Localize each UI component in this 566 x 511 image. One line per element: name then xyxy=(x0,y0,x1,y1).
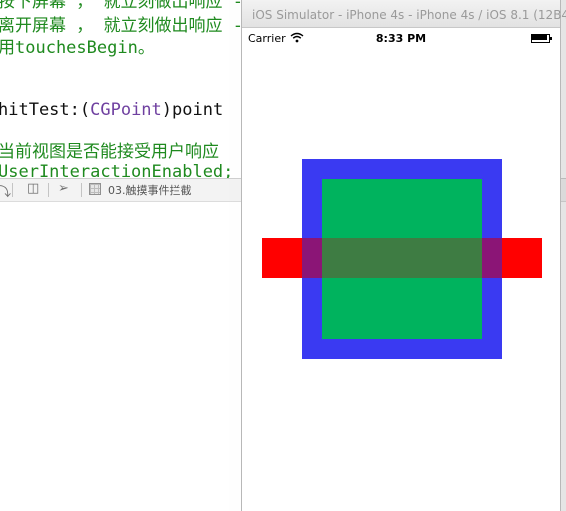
simulator-window: iOS Simulator - iPhone 4s - iPhone 4s / … xyxy=(241,0,566,511)
toolbar-divider xyxy=(12,183,13,197)
debug-breadcrumb[interactable]: 03.触摸事件拦截 xyxy=(108,182,192,198)
code-comment-line: 当前视图是否能接受用户响应 xyxy=(0,142,219,162)
location-arrow-icon[interactable]: ➢ xyxy=(58,181,69,196)
code-type-token: CGPoint xyxy=(90,100,162,120)
ios-status-bar: Carrier 8:33 PM xyxy=(242,28,560,48)
red-view[interactable] xyxy=(262,238,542,278)
code-method-signature: hitTest:(CGPoint)point xyxy=(0,100,223,120)
app-frame-icon xyxy=(89,183,101,195)
simulator-titlebar[interactable]: iOS Simulator - iPhone 4s - iPhone 4s / … xyxy=(242,0,566,28)
toolbar-divider xyxy=(81,183,82,197)
red-green-overlap xyxy=(322,238,482,278)
view-debugger-icon[interactable]: ◫ xyxy=(27,181,39,196)
toolbar-divider xyxy=(48,183,49,197)
step-over-icon[interactable]: ⤵ xyxy=(0,181,11,200)
red-blue-overlap xyxy=(482,238,502,278)
window-title: iOS Simulator - iPhone 4s - iPhone 4s / … xyxy=(252,8,566,22)
code-token: hitTest:( xyxy=(0,100,91,120)
battery-icon xyxy=(531,34,553,43)
code-comment-line: 用touchesBegin。 xyxy=(0,38,155,58)
clock-label: 8:33 PM xyxy=(375,32,427,45)
red-blue-overlap xyxy=(302,238,322,278)
code-token: )point xyxy=(161,100,224,120)
